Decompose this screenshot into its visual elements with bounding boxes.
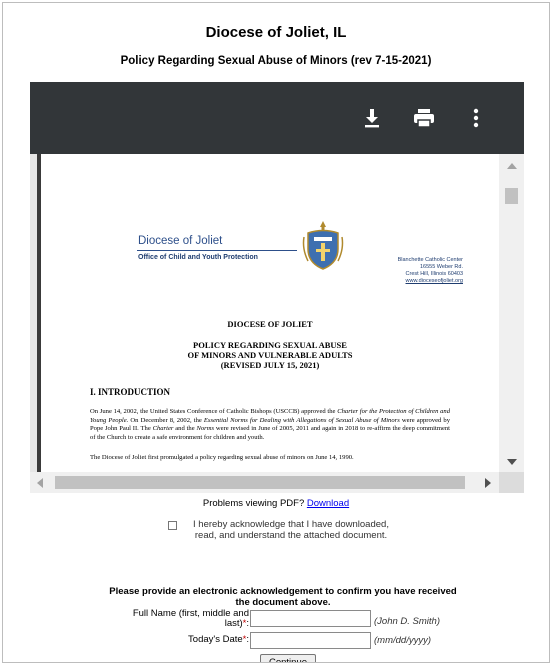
pdf-viewer: Diocese of Joliet Office of Child and Yo… (30, 82, 524, 493)
scroll-down-button[interactable] (499, 452, 524, 472)
full-name-label: Full Name (first, middle and last)*: (89, 609, 249, 629)
para-italic: Charter (152, 425, 174, 433)
horizontal-scroll-thumb[interactable] (55, 476, 465, 489)
page-title: Diocese of Joliet, IL (205, 24, 347, 41)
acknowledgement-prompt: Please provide an electronic acknowledge… (109, 586, 457, 608)
full-name-label-line: last) (224, 618, 243, 629)
horizontal-scrollbar[interactable] (30, 472, 524, 493)
address-line: Crest Hill, Illinois 60403 (405, 271, 463, 277)
scrollbar-corner (499, 472, 524, 493)
full-name-input[interactable] (250, 610, 371, 627)
caret-left-icon (37, 477, 43, 488)
download-icon (365, 109, 379, 128)
problems-viewing-text: Problems viewing PDF? Download (3, 498, 549, 509)
address-website-link[interactable]: www.dioceseofjoliet.org (338, 278, 463, 285)
para-italic: Essential Norms for Dealing with Allegat… (203, 416, 400, 424)
date-input[interactable] (250, 632, 371, 649)
scroll-left-button[interactable] (30, 472, 50, 493)
download-button[interactable] (352, 82, 392, 154)
scroll-up-button[interactable] (499, 156, 524, 176)
date-label: Today's Date*: (129, 635, 249, 645)
scroll-right-button[interactable] (478, 472, 498, 493)
doc-paragraph: On June 14, 2002, the United States Conf… (90, 408, 450, 442)
continue-button[interactable]: Continue (260, 654, 316, 662)
para-text: and the (173, 425, 197, 433)
download-link[interactable]: Download (307, 498, 349, 509)
policy-title-line: OF MINORS AND VULNERABLE ADULTS (187, 350, 353, 360)
pdf-toolbar (30, 82, 524, 154)
address-line: 16555 Weber Rd. (419, 264, 463, 270)
policy-title-line: (REVISED JULY 15, 2021) (220, 360, 320, 370)
page-subtitle: Policy Regarding Sexual Abuse of Minors … (120, 55, 432, 67)
vertical-scrollbar[interactable] (499, 154, 524, 472)
print-button[interactable] (404, 82, 444, 154)
problems-text: Problems viewing PDF? (202, 498, 307, 509)
letterhead-name: Diocese of Joliet (138, 235, 223, 247)
doc-policy-title: POLICY REGARDING SEXUAL ABUSE OF MINORS … (41, 340, 499, 370)
pdf-page: Diocese of Joliet Office of Child and Yo… (41, 154, 499, 472)
letterhead-office: Office of Child and Youth Protection (138, 254, 258, 261)
para-text: On December 8, 2002, the (128, 416, 204, 424)
caret-up-icon (506, 163, 517, 169)
policy-title-line: POLICY REGARDING SEXUAL ABUSE (193, 340, 347, 350)
doc-paragraph: The Diocese of Joliet first promulgated … (90, 454, 354, 461)
vertical-scroll-thumb[interactable] (505, 188, 518, 204)
letterhead-address: Blanchette Catholic Center 16555 Weber R… (338, 257, 463, 285)
full-name-hint: (John D. Smith) (374, 616, 440, 627)
doc-heading: DIOCESE OF JOLIET (227, 319, 313, 329)
doc-section-title: I. INTRODUCTION (90, 387, 171, 397)
more-vert-icon (473, 108, 479, 128)
address-line: Blanchette Catholic Center (397, 257, 463, 263)
label-colon: : (246, 634, 249, 645)
acknowledge-checkbox[interactable] (168, 521, 177, 530)
more-options-button[interactable] (456, 82, 496, 154)
caret-right-icon (485, 477, 491, 488)
pdf-document-area: Diocese of Joliet Office of Child and Yo… (30, 154, 499, 472)
acknowledge-label: I hereby acknowledge that I have downloa… (193, 519, 389, 541)
para-italic: Norms (196, 425, 215, 433)
letterhead-rule (137, 250, 297, 251)
caret-down-icon (506, 459, 517, 465)
date-hint: (mm/dd/yyyy) (374, 635, 431, 646)
page-frame: Diocese of Joliet, IL Policy Regarding S… (2, 2, 550, 663)
date-label-text: Today's Date (188, 634, 243, 645)
print-icon (414, 109, 434, 128)
para-text: On June 14, 2002, the United States Conf… (90, 408, 338, 415)
label-colon: : (246, 618, 249, 629)
